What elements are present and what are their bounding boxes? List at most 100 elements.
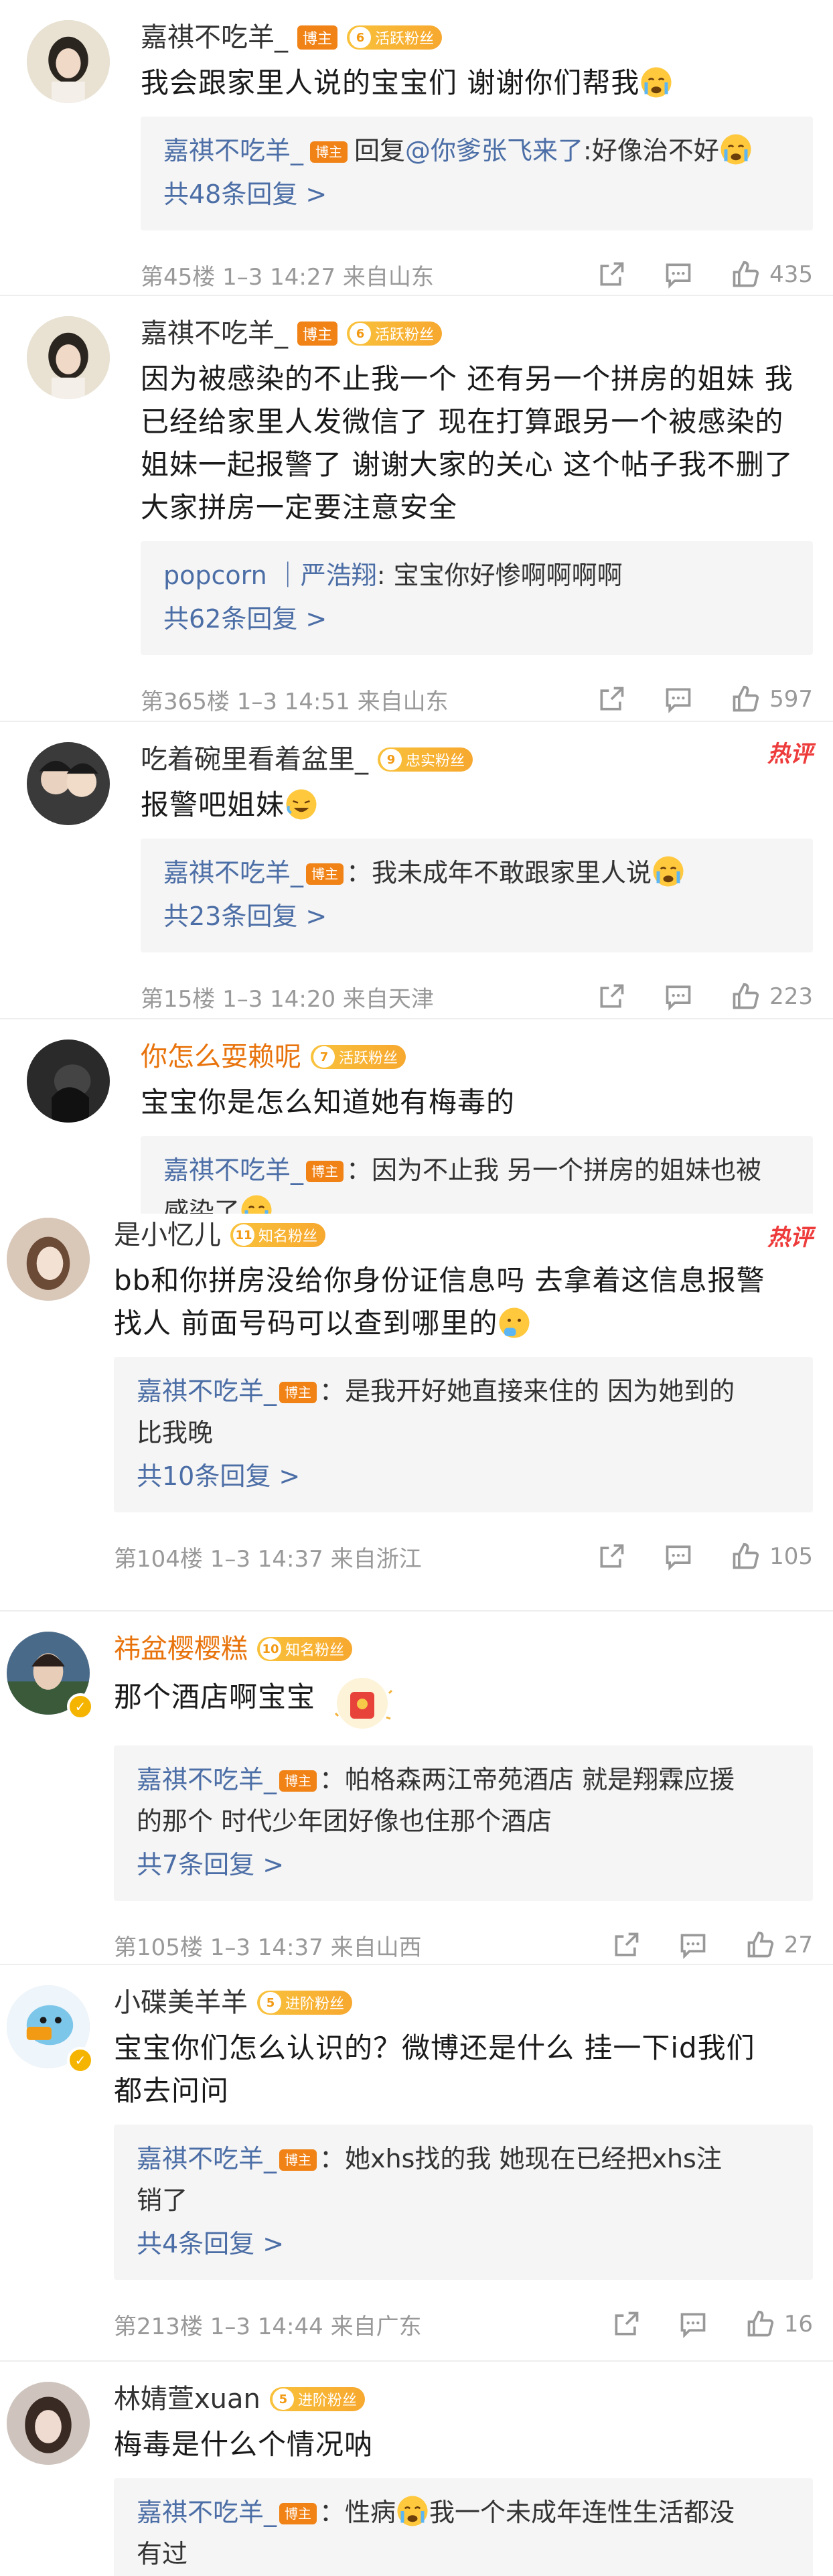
- comment-icon[interactable]: [664, 260, 693, 289]
- fan-level-badge: 5 进阶粉丝: [257, 1991, 353, 2015]
- comment-text: 因为被感染的不止我一个 还有另一个拼房的姐妹 我 已经给家里人发微信了 现在打算…: [141, 362, 793, 524]
- comment-icon[interactable]: [678, 1930, 708, 1960]
- floor-meta: 第365楼 1–3 14:51 来自山东: [141, 688, 449, 715]
- view-replies-link[interactable]: 共23条回复 >: [163, 893, 790, 939]
- blogger-badge: 博主: [306, 1161, 344, 1182]
- reply-preview[interactable]: 嘉祺不吃羊_ 博主 回复@你爹张飞来了:好像治不好 共48条回复 >: [141, 117, 813, 230]
- comment-item: 你怎么耍赖呢 7 活跃粉丝 宝宝你是怎么知道她有梅毒的 嘉祺不吃羊_ 博主 ：因为不止…: [0, 1019, 833, 1214]
- thumbs-up-icon: [733, 685, 759, 712]
- view-replies-link[interactable]: 共4条回复 >: [137, 2221, 790, 2267]
- like-button[interactable]: 16: [745, 2309, 813, 2339]
- share-icon[interactable]: [597, 685, 626, 714]
- username[interactable]: 祎盆樱樱糕: [114, 1632, 248, 1666]
- thumbs-up-icon: [747, 1931, 773, 1958]
- reply-username[interactable]: 嘉祺不吃羊_: [137, 2144, 277, 2173]
- view-replies-link[interactable]: 共10条回复 >: [137, 1453, 790, 1499]
- view-replies-link[interactable]: 共62条回复 >: [163, 596, 790, 642]
- share-icon[interactable]: [611, 2309, 641, 2339]
- crying-emoji-icon: [240, 1194, 273, 1214]
- like-count: 105: [769, 1543, 813, 1570]
- avatar[interactable]: [27, 1040, 110, 1123]
- reply-username[interactable]: 嘉祺不吃羊_: [137, 2498, 277, 2527]
- comment-feed: 嘉祺不吃羊_ 博主 6 活跃粉丝 我会跟家里人说的宝宝们 谢谢你们帮我 嘉祺不吃羊…: [0, 0, 833, 2576]
- reply-preview[interactable]: 嘉祺不吃羊_ 博主 ：我未成年不敢跟家里人说 共23条回复 >: [141, 839, 813, 952]
- blogger-badge: 博主: [279, 1382, 317, 1403]
- reply-preview[interactable]: 嘉祺不吃羊_ 博主 ：性病 我一个未成年连性生活都没 有过: [114, 2478, 813, 2576]
- like-button[interactable]: 105: [731, 1542, 813, 1571]
- avatar[interactable]: [7, 1218, 90, 1301]
- comment-text: 那个酒店啊宝宝: [114, 1673, 813, 1733]
- username[interactable]: 嘉祺不吃羊_: [141, 20, 288, 55]
- fan-level-badge: 11 知名粉丝: [230, 1223, 326, 1247]
- comment-text: 我会跟家里人说的宝宝们 谢谢你们帮我: [141, 62, 813, 104]
- share-icon[interactable]: [597, 260, 626, 289]
- reply-preview[interactable]: 嘉祺不吃羊_ 博主 ：是我开好她直接来住的 因为她到的 比我晚 共10条回复 >: [114, 1357, 813, 1512]
- avatar[interactable]: [27, 316, 110, 399]
- floor-meta: 第15楼 1–3 14:20 来自天津: [141, 985, 434, 1013]
- reply-username[interactable]: 嘉祺不吃羊_: [137, 1765, 277, 1794]
- reply-username[interactable]: 嘉祺不吃羊_: [137, 1376, 277, 1406]
- reply-preview[interactable]: 嘉祺不吃羊_ 博主 ：因为不止我 另一个拼房的姐妹也被 感染了: [141, 1136, 813, 1214]
- view-replies-link[interactable]: 共7条回复 >: [137, 1842, 790, 1887]
- thinking-emoji-icon: [498, 1306, 531, 1340]
- avatar[interactable]: [27, 20, 110, 103]
- blogger-badge: 博主: [297, 25, 338, 50]
- verified-icon: ✓: [67, 2047, 94, 2074]
- blogger-badge: 博主: [279, 2149, 317, 2171]
- comment-icon[interactable]: [664, 982, 693, 1011]
- share-icon[interactable]: [611, 1930, 641, 1960]
- reply-username[interactable]: popcorn ｜严浩翔: [163, 561, 377, 590]
- comment-item: 嘉祺不吃羊_ 博主 6 活跃粉丝 因为被感染的不止我一个 还有另一个拼房的姐妹 我…: [0, 296, 833, 722]
- username[interactable]: 是小忆儿: [114, 1218, 221, 1253]
- username[interactable]: 嘉祺不吃羊_: [141, 316, 288, 351]
- username[interactable]: 小碟美羊羊: [114, 1985, 248, 2020]
- reply-username[interactable]: 嘉祺不吃羊_: [163, 1155, 303, 1185]
- username[interactable]: 林婧萱xuan: [114, 2382, 260, 2417]
- comment-item: 热评 是小忆儿 11 知名粉丝 bb和你拼房没给你身份证信息吗 去拿着这信息报警 …: [0, 1214, 833, 1612]
- share-icon[interactable]: [597, 1542, 626, 1571]
- like-button[interactable]: 27: [745, 1930, 813, 1960]
- floor-meta: 第104楼 1–3 14:37 来自浙江: [114, 1545, 422, 1573]
- avatar[interactable]: [7, 2382, 90, 2465]
- comment-text: 宝宝你们怎么认识的？微博还是什么 挂一下id我们 都去问问: [114, 2031, 755, 2107]
- laughing-emoji-icon: [285, 788, 318, 821]
- like-button[interactable]: 435: [731, 260, 813, 289]
- fan-level-badge: 7 活跃粉丝: [311, 1045, 406, 1069]
- mention-link[interactable]: @你爹张飞来了: [405, 136, 583, 165]
- comment-icon[interactable]: [678, 2309, 708, 2339]
- like-count: 435: [769, 261, 813, 288]
- share-icon[interactable]: [597, 982, 626, 1011]
- blogger-badge: 博主: [297, 321, 338, 346]
- like-count: 597: [769, 686, 813, 713]
- verified-icon: ✓: [67, 1693, 94, 1720]
- fan-level-badge: 9 忠实粉丝: [378, 747, 473, 772]
- reply-username[interactable]: 嘉祺不吃羊_: [163, 136, 303, 165]
- like-count: 27: [783, 1932, 813, 1958]
- view-replies-link[interactable]: 共48条回复 >: [163, 171, 790, 217]
- like-button[interactable]: 223: [731, 982, 813, 1011]
- comment-icon[interactable]: [664, 1542, 693, 1571]
- username[interactable]: 吃着碗里看着盆里_: [141, 742, 368, 777]
- reply-preview[interactable]: 嘉祺不吃羊_ 博主 ：她xhs找的我 她现在已经把xhs注 销了 共4条回复 >: [114, 2125, 813, 2280]
- fan-level-badge: 5 进阶粉丝: [269, 2387, 365, 2411]
- like-count: 16: [783, 2311, 813, 2338]
- floor-meta: 第213楼 1–3 14:44 来自广东: [114, 2313, 422, 2340]
- comment-item: 热评 吃着碗里看着盆里_ 9 忠实粉丝 报警吧姐妹 嘉祺不吃羊_ 博主 ：我未成年不敢…: [0, 722, 833, 1019]
- like-button[interactable]: 597: [731, 685, 813, 714]
- thumbs-up-icon: [733, 261, 759, 287]
- blogger-badge: 博主: [306, 863, 344, 885]
- avatar[interactable]: [27, 742, 110, 825]
- comment-item: ✓ 祎盆樱樱糕 10 知名粉丝 那个酒店啊宝宝 嘉祺不吃羊_ 博主 ：帕格森两江帝苑酒…: [0, 1612, 833, 1965]
- reply-preview[interactable]: 嘉祺不吃羊_ 博主 ：帕格森两江帝苑酒店 就是翔霖应援 的那个 时代少年团好像也住那…: [114, 1745, 813, 1901]
- crying-emoji-icon: [652, 855, 685, 888]
- like-count: 223: [769, 983, 813, 1010]
- thumbs-up-icon: [747, 2310, 773, 2337]
- comment-icon[interactable]: [664, 685, 693, 714]
- comment-text: 宝宝你是怎么知道她有梅毒的: [141, 1086, 516, 1119]
- red-envelope-sticker-icon: [322, 1673, 402, 1733]
- reply-preview[interactable]: popcorn ｜严浩翔: 宝宝你好惨啊啊啊啊 共62条回复 >: [141, 541, 813, 655]
- fan-level-badge: 6 活跃粉丝: [347, 321, 443, 346]
- username[interactable]: 你怎么耍赖呢: [141, 1040, 301, 1074]
- fan-level-badge: 10 知名粉丝: [257, 1637, 353, 1661]
- reply-username[interactable]: 嘉祺不吃羊_: [163, 858, 303, 887]
